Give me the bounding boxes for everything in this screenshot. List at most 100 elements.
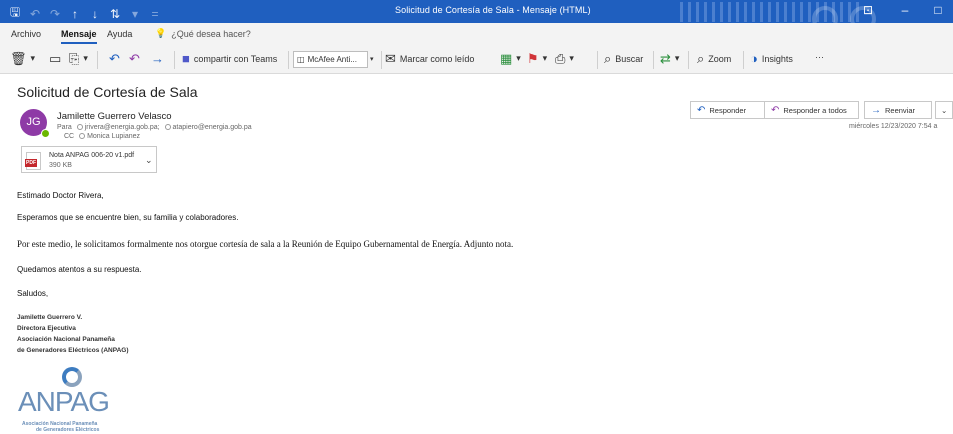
zoom-label: Zoom <box>708 53 732 64</box>
toolbar-divider <box>97 51 98 69</box>
recipient-to-2[interactable]: atapiero@energia.gob.pa <box>173 124 252 131</box>
mcafee-label: McAfee Anti... <box>307 55 357 64</box>
tab-archivo[interactable]: Archivo <box>11 29 41 39</box>
tell-me-box[interactable]: 💡 ¿Qué desea hacer? <box>155 28 251 39</box>
toolbar-divider <box>597 51 598 69</box>
attachment-name: Nota ANPAG 006-20 v1.pdf <box>49 152 135 159</box>
forward-label: Reenviar <box>885 105 916 115</box>
categorize-icon: ▦ <box>500 51 513 66</box>
teams-icon: ■ <box>182 51 190 66</box>
chevron-down-icon: ⌄ <box>941 105 948 115</box>
to-label: Para <box>57 124 72 131</box>
cc-label: CC <box>64 133 75 140</box>
search-label: Buscar <box>615 53 644 64</box>
translate-button[interactable]: ⇄ ▾ <box>660 52 679 65</box>
body-closing: Saludos, <box>17 289 49 298</box>
move-folder-icon: ⎘ <box>69 51 80 66</box>
more-actions-button[interactable]: ⎙ ▾ <box>555 52 574 65</box>
tab-mensaje[interactable]: Mensaje <box>61 29 97 44</box>
mark-read-button[interactable]: ✉ Marcar como leído <box>385 52 474 65</box>
trash-icon: 🗑 <box>10 51 27 66</box>
mcafee-dropdown[interactable]: ◫ McAfee Anti... <box>293 51 368 68</box>
forward-button[interactable]: → <box>151 52 164 65</box>
customize-icon[interactable]: = <box>148 7 162 21</box>
more-options-button[interactable]: ··· <box>815 52 824 62</box>
insights-button[interactable]: ◑ Insights <box>750 52 793 65</box>
signature-org-1: Asociación Nacional Panameña <box>17 336 115 343</box>
presence-icon <box>79 133 86 139</box>
logo-ring-icon <box>62 367 82 387</box>
maximize-button[interactable]: □ <box>928 3 948 17</box>
reply-all-icon: ↶ <box>771 104 780 116</box>
translate-icon: ⇄ <box>660 51 671 66</box>
archive-button[interactable]: ▭ <box>49 52 61 65</box>
delete-button[interactable]: 🗑 ▾ <box>10 52 35 65</box>
share-teams-label: compartir con Teams <box>193 53 278 64</box>
reply-all-button[interactable]: ↶ <box>129 52 140 65</box>
message-subject: Solicitud de Cortesía de Sala <box>17 84 198 100</box>
forward-icon: → <box>871 104 881 116</box>
move-icon[interactable]: ⇅ <box>108 7 122 21</box>
zoom-button[interactable]: ⌕ Zoom <box>697 52 731 65</box>
toolbar-divider <box>688 51 689 69</box>
presence-icon <box>164 124 171 130</box>
categorize-button[interactable]: ▦ ▾ <box>500 52 521 65</box>
reply-label: Responder <box>709 105 747 115</box>
move-button[interactable]: ⎘ ▾ <box>69 52 88 65</box>
body-line-2: Por este medio, le solicitamos formalmen… <box>17 239 514 249</box>
minimize-button[interactable]: – <box>895 3 915 17</box>
search-icon: ⌕ <box>604 51 612 66</box>
body-line-1: Esperamos que se encuentre bien, su fami… <box>17 213 239 222</box>
reply-all-action-button[interactable]: ↶ Responder a todos <box>764 101 859 119</box>
insights-label: Insights <box>761 53 793 64</box>
undo-icon[interactable]: ↶ <box>28 7 42 21</box>
attachment-size: 390 KB <box>49 162 72 169</box>
ribbon-toolbar: 🗑 ▾ ▭ ⎘ ▾ ↶ ↶ → ■ compartir con Teams ◫ McAf… <box>0 45 953 74</box>
mcafee-icon: ◫ <box>297 55 305 64</box>
title-bar: 🖫 ↶ ↷ ↑ ↓ ⇅ ▾ = Solicitud de Cortesía de… <box>0 0 953 32</box>
recipient-to-1[interactable]: jrivera@energia.gob.pa; <box>85 124 160 131</box>
chevron-down-icon: ▾ <box>569 53 574 63</box>
ribbon-display-icon[interactable]: ⊡ <box>858 3 878 17</box>
zoom-icon: ⌕ <box>697 51 705 66</box>
presence-icon <box>76 124 83 130</box>
dropdown-icon[interactable]: ▾ <box>128 7 142 21</box>
chevron-down-icon[interactable]: ⌄ <box>145 155 153 166</box>
mark-read-label: Marcar como leído <box>399 53 475 64</box>
mcafee-chevron-button[interactable]: ▾ <box>370 55 374 63</box>
reply-button[interactable]: ↶ <box>109 52 120 65</box>
more-actions-menu-button[interactable]: ⌄ <box>935 101 953 119</box>
chevron-down-icon: ▾ <box>542 53 548 63</box>
toolbar-divider <box>174 51 175 69</box>
reply-all-icon: ↶ <box>129 51 140 66</box>
forward-icon: → <box>151 51 164 66</box>
body-line-3: Quedamos atentos a su respuesta. <box>17 265 142 274</box>
next-item-icon[interactable]: ↓ <box>88 7 102 21</box>
signature-org-2: de Generadores Eléctricos (ANPAG) <box>17 347 129 354</box>
window-title: Solicitud de Cortesía de Sala - Mensaje … <box>395 5 591 15</box>
redo-icon[interactable]: ↷ <box>48 7 62 21</box>
forward-action-button[interactable]: → Reenviar <box>864 101 932 119</box>
tell-me-text: ¿Qué desea hacer? <box>171 28 251 39</box>
pdf-badge: PDF <box>25 159 37 167</box>
tab-ayuda[interactable]: Ayuda <box>107 29 132 39</box>
message-datetime: miércoles 12/23/2020 7:54 a <box>849 123 938 130</box>
reply-action-button[interactable]: ↶ Responder <box>690 101 765 119</box>
search-button[interactable]: ⌕ Buscar <box>604 52 643 65</box>
save-icon[interactable]: 🖫 <box>8 3 22 24</box>
previous-item-icon[interactable]: ↑ <box>68 7 82 21</box>
quick-access-toolbar: 🖫 ↶ ↷ ↑ ↓ ⇅ ▾ = <box>8 3 162 24</box>
cc-line: CC Monica Lupianez <box>64 133 140 140</box>
share-teams-button[interactable]: ■ compartir con Teams <box>182 52 277 65</box>
attachment-card[interactable]: PDF Nota ANPAG 006-20 v1.pdf 390 KB ⌄ <box>21 146 157 173</box>
envelope-icon: ✉ <box>385 51 396 66</box>
recipient-cc-1[interactable]: Monica Lupianez <box>87 133 140 140</box>
sender-name[interactable]: Jamilette Guerrero Velasco <box>57 111 172 122</box>
chevron-down-icon: ▾ <box>30 53 36 63</box>
reply-icon: ↶ <box>109 51 120 66</box>
toolbar-divider <box>743 51 744 69</box>
ribbon-tabs: Archivo Mensaje Ayuda 💡 ¿Qué desea hacer… <box>0 23 953 45</box>
follow-up-button[interactable]: ⚑ ▾ <box>527 52 547 65</box>
toolbar-divider <box>288 51 289 69</box>
to-line: Para jrivera@energia.gob.pa; atapiero@en… <box>57 124 252 131</box>
